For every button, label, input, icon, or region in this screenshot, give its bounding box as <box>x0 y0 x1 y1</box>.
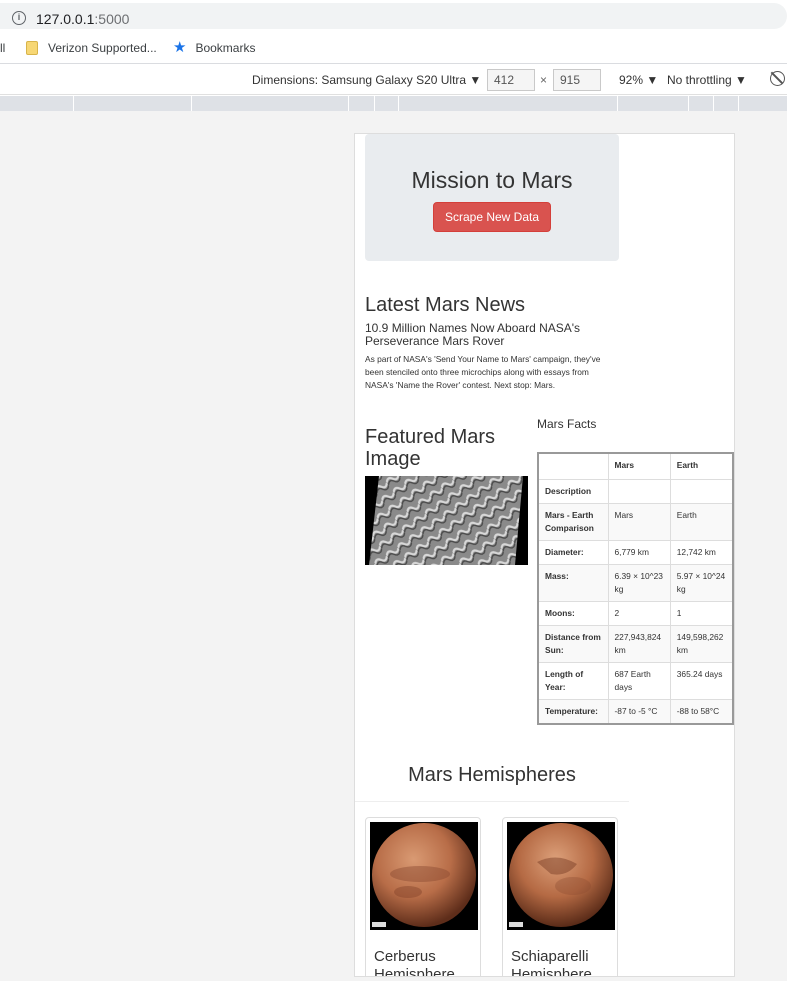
bookmark-truncated[interactable]: ll <box>0 41 5 55</box>
device-toolbar: Dimensions: Samsung Galaxy S20 Ultra ▼ 4… <box>0 65 787 95</box>
throttling-select[interactable]: No throttling ▼ <box>667 73 747 87</box>
viewport-height-input[interactable]: 915 <box>553 69 601 91</box>
bookmark-bookmarks[interactable]: ★ Bookmarks <box>173 39 256 56</box>
column-header-earth: Earth <box>669 452 734 480</box>
folder-icon <box>26 41 38 55</box>
earth-value: Earth <box>669 502 734 541</box>
url-host: 127.0.0.1 <box>36 11 95 27</box>
bookmark-verizon[interactable]: Verizon Supported... <box>26 41 157 55</box>
url-port: :5000 <box>94 11 130 27</box>
bookmarks-bar: ll Verizon Supported... ★ Bookmarks <box>0 32 787 64</box>
times-sign: × <box>540 73 548 87</box>
table-row: Temperature: -87 to -5 °C -88 to 58°C <box>537 698 734 724</box>
table-header-row: Mars Earth <box>537 452 734 480</box>
omnibox[interactable]: i 127.0.0.1:5000 <box>0 3 787 29</box>
star-icon: ★ <box>173 39 187 56</box>
earth-value: 149,598,262 km <box>669 624 734 663</box>
rotate-icon[interactable] <box>770 71 785 86</box>
address-bar: i 127.0.0.1:5000 <box>0 0 787 32</box>
bookmark-label: ll <box>0 41 6 55</box>
bookmark-label: Bookmarks <box>195 41 256 55</box>
mars-facts-table: Mars Earth Description Mars - Earth Comp… <box>537 452 734 725</box>
facts-heading: Mars Facts <box>537 417 597 431</box>
hemisphere-title[interactable]: Schiaparelli Hemisphere <box>511 948 615 976</box>
divider <box>355 801 629 802</box>
earth-value: 12,742 km <box>669 539 734 565</box>
table-row: Moons: 2 1 <box>537 600 734 626</box>
featured-mars-image <box>365 476 528 565</box>
table-row: Distance from Sun: 227,943,824 km 149,59… <box>537 624 734 663</box>
hemisphere-card[interactable]: Cerberus Hemisphere <box>365 817 481 976</box>
hemispheres-heading: Mars Hemispheres <box>408 764 576 786</box>
table-row: Description <box>537 478 734 504</box>
earth-value: 1 <box>669 600 734 626</box>
mars-value: Mars <box>607 502 671 541</box>
row-label: Diameter: <box>537 539 609 565</box>
news-title: 10.9 Million Names Now Aboard NASA's Per… <box>365 321 581 348</box>
bookmark-label: Verizon Supported... <box>48 41 157 55</box>
viewport-width-input[interactable]: 412 <box>487 69 535 91</box>
media-query-ruler[interactable] <box>0 96 787 111</box>
row-label: Temperature: <box>537 698 609 724</box>
mars-value: 2 <box>607 600 671 626</box>
row-label: Moons: <box>537 600 609 626</box>
row-label: Length of Year: <box>537 661 609 700</box>
info-icon[interactable]: i <box>12 11 26 25</box>
row-label: Distance from Sun: <box>537 624 609 663</box>
column-header-mars: Mars <box>607 452 671 480</box>
earth-value: -88 to 58°C <box>669 698 734 724</box>
hemisphere-image[interactable] <box>370 822 478 930</box>
page-title: Mission to Mars <box>411 167 573 193</box>
mars-value: 227,943,824 km <box>607 624 671 663</box>
device-viewport: Mission to Mars Scrape New Data Latest M… <box>354 133 735 977</box>
news-paragraph: As part of NASA's 'Send Your Name to Mar… <box>365 354 601 390</box>
hemisphere-card[interactable]: Schiaparelli Hemisphere <box>502 817 618 976</box>
zoom-select[interactable]: 92% ▼ <box>619 73 658 87</box>
earth-value <box>669 478 734 504</box>
mars-value: 687 Earth days <box>607 661 671 700</box>
mars-value: 6,779 km <box>607 539 671 565</box>
row-label: Description <box>537 478 609 504</box>
news-heading: Latest Mars News <box>365 294 526 316</box>
mars-value <box>607 478 671 504</box>
table-row: Length of Year: 687 Earth days 365.24 da… <box>537 661 734 700</box>
mars-value: 6.39 × 10^23 kg <box>607 563 671 602</box>
featured-image-heading: Featured Mars Image <box>365 426 496 470</box>
device-dimensions-select[interactable]: Dimensions: Samsung Galaxy S20 Ultra ▼ <box>252 73 481 87</box>
table-corner-cell <box>537 452 609 480</box>
hemisphere-image[interactable] <box>507 822 615 930</box>
url-text[interactable]: 127.0.0.1:5000 <box>36 11 129 27</box>
table-row: Mass: 6.39 × 10^23 kg 5.97 × 10^24 kg <box>537 563 734 602</box>
table-row: Mars - Earth Comparison Mars Earth <box>537 502 734 541</box>
row-label: Mars - Earth Comparison <box>537 502 609 541</box>
earth-value: 365.24 days <box>669 661 734 700</box>
jumbotron: Mission to Mars Scrape New Data <box>365 134 619 261</box>
row-label: Mass: <box>537 563 609 602</box>
hemisphere-title[interactable]: Cerberus Hemisphere <box>374 948 478 976</box>
mars-value: -87 to -5 °C <box>607 698 671 724</box>
scrape-button[interactable]: Scrape New Data <box>433 202 551 232</box>
table-row: Diameter: 6,779 km 12,742 km <box>537 539 734 565</box>
earth-value: 5.97 × 10^24 kg <box>669 563 734 602</box>
